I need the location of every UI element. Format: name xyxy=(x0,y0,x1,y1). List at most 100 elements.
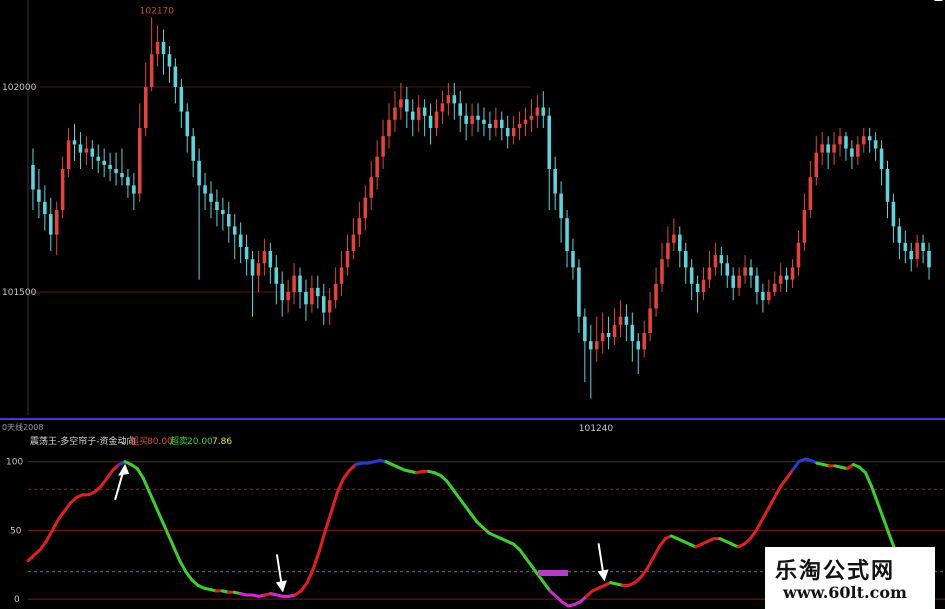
candle-body xyxy=(167,54,172,67)
candle xyxy=(416,95,421,133)
candle-body xyxy=(666,242,670,260)
overbought-label: 超买 xyxy=(130,435,148,447)
candle xyxy=(624,304,629,342)
candle xyxy=(494,107,498,137)
candle xyxy=(167,46,172,83)
candle-body xyxy=(470,115,474,124)
candle xyxy=(915,234,919,268)
candle xyxy=(873,132,878,161)
candle xyxy=(529,99,534,133)
candle xyxy=(802,193,807,251)
indicator-segment xyxy=(542,581,552,593)
indicator-tick-50: 50 xyxy=(10,526,22,536)
candle xyxy=(713,242,718,276)
candle xyxy=(333,267,338,309)
candle-body xyxy=(784,275,789,280)
candle-body xyxy=(120,173,124,178)
indicator-segment xyxy=(657,537,667,549)
arrow-icon xyxy=(114,463,130,501)
signal-arrows xyxy=(114,0,943,593)
candle-body xyxy=(43,201,47,215)
candle xyxy=(559,181,563,243)
candle-body xyxy=(304,292,308,305)
candle-body xyxy=(321,296,326,313)
watermark-title: 乐淘公式网 xyxy=(775,559,896,584)
indicator-segment xyxy=(754,517,764,532)
candle-body xyxy=(280,283,284,301)
candle-body xyxy=(921,242,925,251)
indicator-segment xyxy=(153,504,164,521)
candle-body xyxy=(268,251,273,268)
indicator-segment xyxy=(772,484,783,499)
candle xyxy=(891,193,896,243)
indicator-segment xyxy=(160,517,170,535)
candle xyxy=(179,78,184,128)
candle xyxy=(630,312,635,362)
candle-body xyxy=(232,226,237,235)
candle xyxy=(262,238,267,276)
candle xyxy=(695,275,700,313)
candle xyxy=(357,201,362,247)
candle xyxy=(310,275,314,313)
indicator-segment xyxy=(178,559,188,574)
candle-body xyxy=(310,287,314,305)
candle xyxy=(108,152,112,182)
candle-body xyxy=(873,140,878,149)
candle-body xyxy=(298,275,302,292)
candle-body xyxy=(440,103,445,112)
candle-body xyxy=(155,41,160,55)
candle xyxy=(594,316,599,362)
candle xyxy=(191,128,195,178)
candle-body xyxy=(725,263,730,276)
candle-body xyxy=(808,177,813,210)
candle xyxy=(648,292,652,342)
candle-body xyxy=(173,66,178,87)
candle-body xyxy=(179,87,184,112)
chevron-down-icon[interactable]: ⌄ xyxy=(120,437,128,447)
indicator-segment xyxy=(639,567,649,579)
candle xyxy=(600,312,605,354)
candle-body xyxy=(583,316,587,342)
candle xyxy=(434,99,439,137)
candle-body xyxy=(333,283,338,301)
candle xyxy=(565,210,569,268)
candle-body xyxy=(114,169,118,174)
candle xyxy=(114,152,118,186)
candle-body xyxy=(612,324,617,338)
candle xyxy=(654,267,658,317)
indicator-segment xyxy=(184,570,194,582)
candle xyxy=(683,242,688,284)
candle xyxy=(393,91,397,133)
candles-group xyxy=(31,17,931,399)
candle-body xyxy=(102,160,106,165)
price-low-label: 101240 xyxy=(579,424,614,434)
candle-body xyxy=(221,210,225,215)
candle-body xyxy=(672,234,676,243)
candle xyxy=(452,82,457,120)
candle xyxy=(482,107,486,137)
watermark: 乐淘公式网 www.60lt.com xyxy=(765,547,935,609)
candle xyxy=(499,111,504,141)
candle-body xyxy=(399,99,403,108)
candle-body xyxy=(422,107,427,116)
candle-body xyxy=(885,169,890,202)
candle xyxy=(410,99,415,137)
candle-body xyxy=(814,152,819,178)
candle xyxy=(832,132,836,165)
candle xyxy=(78,132,83,169)
candle-body xyxy=(636,341,641,350)
candle-body xyxy=(138,128,142,194)
candle-body xyxy=(238,234,243,247)
candle xyxy=(149,17,154,92)
indicator-segment xyxy=(876,501,886,521)
candle xyxy=(298,267,302,309)
candle-body xyxy=(452,95,457,104)
indicator-segment xyxy=(445,479,455,491)
indicator-segment xyxy=(147,490,157,508)
candle-body xyxy=(743,267,747,276)
candle xyxy=(345,234,350,276)
candle-body xyxy=(660,259,664,284)
candle xyxy=(232,214,237,260)
candle-body xyxy=(84,148,89,153)
price-panel: 102000 101500 102170 101240 xyxy=(2,0,931,434)
